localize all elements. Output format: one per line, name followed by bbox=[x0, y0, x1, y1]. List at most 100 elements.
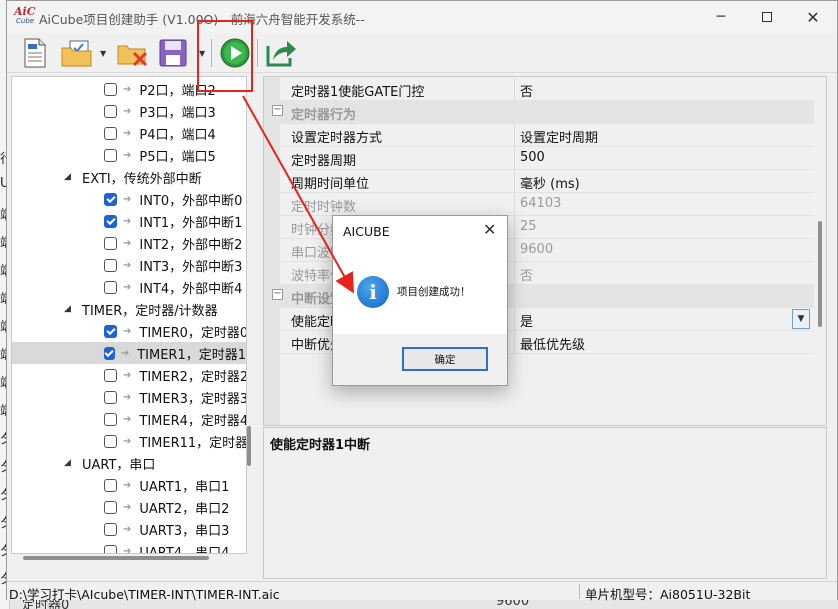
column-divider bbox=[514, 262, 515, 285]
tree-item-checkbox[interactable] bbox=[104, 280, 117, 294]
tree-item-label: UART4，串口4 bbox=[139, 545, 230, 554]
property-value[interactable]: 是 bbox=[520, 311, 533, 330]
arrow-right-icon: ➔ bbox=[123, 501, 132, 513]
new-project-button[interactable] bbox=[17, 36, 53, 70]
close-icon: ✕ bbox=[483, 220, 497, 239]
expand-caret-icon[interactable]: ◢ bbox=[64, 172, 74, 182]
collapse-toggle-icon[interactable]: − bbox=[272, 289, 283, 300]
toolbar: ▼ ▼ bbox=[7, 33, 837, 73]
tree-item-checkbox[interactable] bbox=[104, 412, 117, 426]
property-name: 周期时间单位 bbox=[291, 177, 370, 192]
property-category[interactable]: − 定时器行为 bbox=[264, 101, 814, 124]
tree-item-checkbox[interactable] bbox=[104, 522, 117, 536]
tree-item[interactable]: ➔ UART3，串口3 bbox=[104, 518, 229, 540]
tree-item[interactable]: ➔ INT3，外部中断3 bbox=[104, 254, 242, 276]
tree-item[interactable]: ➔ UART4，串口4 bbox=[104, 540, 230, 554]
expand-caret-icon[interactable]: ◢ bbox=[64, 304, 74, 314]
tree-item[interactable]: ➔ TIMER1，定时器1 bbox=[12, 342, 246, 364]
tree-item-checkbox[interactable] bbox=[104, 544, 117, 553]
expand-caret-icon[interactable]: ◢ bbox=[64, 458, 74, 468]
open-project-button[interactable] bbox=[59, 36, 95, 70]
property-row[interactable]: 设置定时器方式 设置定时周期 bbox=[264, 124, 814, 147]
tree-item-checkbox[interactable] bbox=[104, 214, 117, 228]
property-value[interactable]: 否 bbox=[520, 81, 533, 100]
tree-group[interactable]: ◢ TIMER，定时器/计数器 bbox=[64, 298, 218, 320]
tree-item-checkbox[interactable] bbox=[104, 478, 117, 492]
info-icon: i bbox=[357, 276, 389, 308]
title-bar[interactable]: AiC Cube AiCube项目创建助手 (V1.00O) - 前海六舟智能开… bbox=[7, 1, 837, 33]
property-value[interactable]: 64103 bbox=[520, 196, 561, 211]
arrow-right-icon: ➔ bbox=[123, 83, 132, 95]
tree-item-checkbox[interactable] bbox=[104, 390, 117, 404]
tree-item-checkbox[interactable] bbox=[104, 82, 117, 96]
property-value[interactable]: 否 bbox=[520, 265, 533, 284]
property-value[interactable]: 毫秒 (ms) bbox=[520, 173, 580, 192]
tree-item-checkbox[interactable] bbox=[104, 500, 117, 514]
minimize-button[interactable]: ─ bbox=[698, 1, 744, 33]
chevron-down-icon[interactable]: ▼ bbox=[100, 49, 106, 58]
close-button[interactable]: ✕ bbox=[790, 1, 836, 33]
tree-item[interactable]: ➔ INT0，外部中断0 bbox=[104, 188, 242, 210]
tree-item-checkbox[interactable] bbox=[104, 258, 117, 272]
tree-item[interactable]: ➔ INT1，外部中断1 bbox=[104, 210, 242, 232]
tree-item[interactable]: ➔ TIMER2，定时器2 bbox=[104, 364, 247, 386]
maximize-button[interactable] bbox=[744, 1, 790, 33]
property-row[interactable]: 定时时钟数 64103 bbox=[264, 193, 814, 216]
property-value[interactable]: 最低优先级 bbox=[520, 334, 585, 353]
property-value[interactable]: 9600 bbox=[520, 242, 553, 257]
property-value[interactable]: 500 bbox=[520, 150, 545, 165]
tree-item-label: UART，串口 bbox=[82, 457, 156, 473]
property-row[interactable]: 定时器1使能GATE门控 否 bbox=[264, 78, 814, 101]
delete-project-button[interactable] bbox=[115, 36, 151, 70]
tree-item[interactable]: ➔ TIMER0，定时器0 bbox=[104, 320, 246, 342]
arrow-right-icon: ➔ bbox=[123, 435, 132, 447]
tree-item-checkbox[interactable] bbox=[104, 148, 117, 162]
tree-item-checkbox[interactable] bbox=[104, 126, 117, 140]
tree-item[interactable]: ➔ TIMER3，定时器3 bbox=[104, 386, 246, 408]
grid-vertical-scrollbar[interactable] bbox=[818, 221, 822, 327]
tree-vertical-scrollbar[interactable] bbox=[247, 426, 251, 466]
chevron-down-icon[interactable]: ▼ bbox=[792, 309, 810, 329]
tree-item-checkbox[interactable] bbox=[104, 192, 117, 206]
export-button[interactable] bbox=[263, 36, 299, 70]
arrow-right-icon: ➔ bbox=[123, 523, 132, 535]
tree-item[interactable]: ➔ INT2，外部中断2 bbox=[104, 232, 242, 254]
tree-item[interactable]: ➔ TIMER4，定时器4 bbox=[104, 408, 247, 430]
tree-item[interactable]: ➔ P5口，端口5 bbox=[104, 144, 216, 166]
tree-group[interactable]: ◢ EXTI，传统外部中断 bbox=[64, 166, 202, 188]
tree-item-label: INT4，外部中断4 bbox=[139, 281, 243, 297]
tree-item-checkbox[interactable] bbox=[104, 434, 117, 448]
tree-item-checkbox[interactable] bbox=[104, 104, 117, 118]
tree-item[interactable]: ➔ UART2，串口2 bbox=[104, 496, 229, 518]
save-project-button[interactable] bbox=[155, 36, 191, 70]
tree-item-label: TIMER1，定时器1 bbox=[137, 347, 246, 363]
arrow-right-icon: ➔ bbox=[123, 281, 132, 293]
tree-item[interactable]: ➔ P4口，端口4 bbox=[104, 122, 216, 144]
tree-group[interactable]: ◢ UART，串口 bbox=[64, 452, 155, 474]
tree-item[interactable]: ➔ UART1，串口1 bbox=[104, 474, 229, 496]
tree-item-checkbox[interactable] bbox=[104, 368, 117, 382]
tree-item-checkbox[interactable] bbox=[104, 236, 117, 250]
property-row[interactable]: 定时器周期 500 bbox=[264, 147, 814, 170]
tree-item[interactable]: ➔ INT4，外部中断4 bbox=[104, 276, 242, 298]
tree-item-label: INT1，外部中断1 bbox=[139, 215, 243, 231]
tree-item[interactable]: ➔ P3口，端口3 bbox=[104, 100, 216, 122]
collapse-toggle-icon[interactable]: − bbox=[272, 105, 283, 116]
description-pane: 使能定时器1中断 bbox=[263, 427, 827, 579]
peripheral-tree[interactable]: ➔ P2口，端口2 ➔ P3口，端口3 ➔ P4口，端口4 ➔ P5口，端口5 ◢ EXTI，传统… bbox=[11, 76, 247, 554]
tree-item[interactable]: ➔ TIMER11，定时器11 bbox=[104, 430, 246, 452]
property-value[interactable]: 设置定时周期 bbox=[520, 127, 598, 146]
tree-item-label: TIMER4，定时器4 bbox=[139, 413, 247, 429]
tree-item-checkbox[interactable] bbox=[104, 324, 117, 338]
ok-button[interactable]: 确定 bbox=[402, 347, 488, 371]
tree-item-label: TIMER2，定时器2 bbox=[139, 369, 247, 385]
delete-project-icon bbox=[117, 45, 148, 67]
tree-item-checkbox[interactable] bbox=[104, 346, 115, 360]
property-row[interactable]: 周期时间单位 毫秒 (ms) bbox=[264, 170, 814, 193]
arrow-right-icon: ➔ bbox=[123, 193, 132, 205]
tree-item-label: INT3，外部中断3 bbox=[139, 259, 243, 275]
tree-horizontal-scrollbar[interactable] bbox=[23, 556, 209, 560]
property-value[interactable]: 25 bbox=[520, 219, 537, 234]
dialog-close-button[interactable]: ✕ bbox=[483, 220, 496, 239]
tree-item-label: TIMER，定时器/计数器 bbox=[82, 303, 218, 319]
